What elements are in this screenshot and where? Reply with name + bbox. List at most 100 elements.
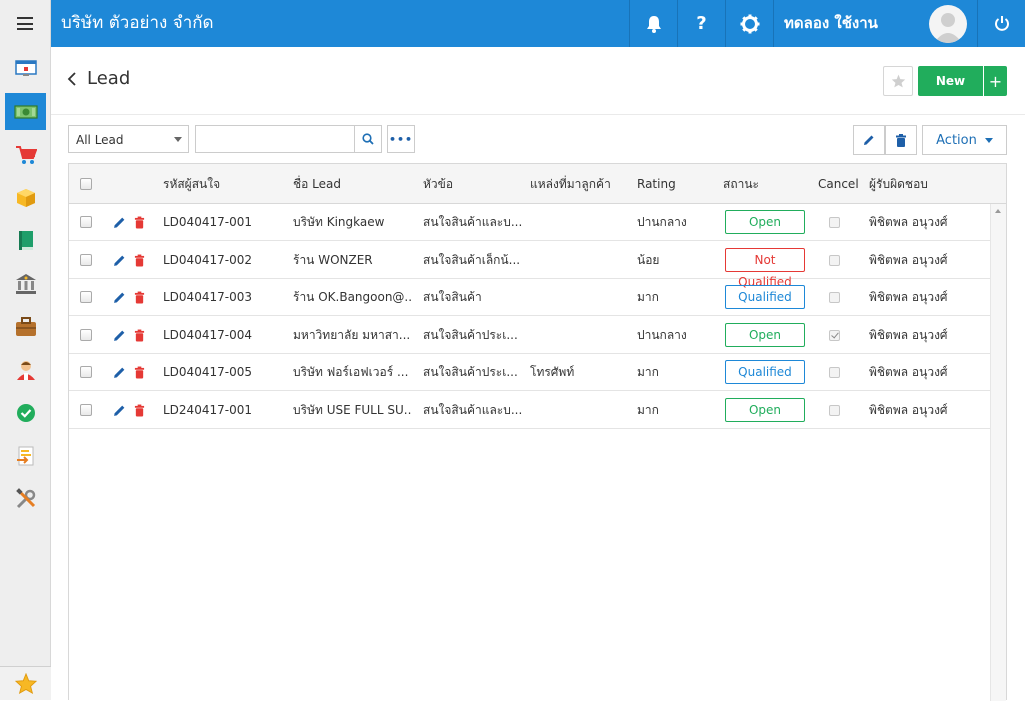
lead-code[interactable]: LD240417-001 [163, 392, 283, 429]
row-checkbox[interactable] [80, 216, 92, 228]
row-checkbox[interactable] [80, 403, 92, 416]
pencil-icon [114, 255, 125, 266]
action-dropdown[interactable]: Action [922, 125, 1007, 155]
delete-button[interactable] [885, 125, 917, 155]
scroll-up-icon[interactable] [995, 209, 1001, 213]
top-bar: บริษัท ตัวอย่าง จำกัด ? ทดลอง ใช้งาน [51, 0, 1025, 47]
tools-icon[interactable] [5, 480, 46, 517]
add-dropdown-button[interactable]: + [984, 66, 1007, 96]
row-checkbox[interactable] [80, 253, 92, 266]
menu-button[interactable] [0, 0, 50, 47]
edit-row-button[interactable] [113, 366, 126, 382]
delete-row-button[interactable] [134, 291, 145, 307]
dashboard-icon[interactable] [5, 49, 46, 86]
briefcase-icon[interactable] [5, 308, 46, 345]
lead-code[interactable]: LD040417-001 [163, 204, 283, 241]
header-owner[interactable]: ผู้รับผิดชอบ [869, 164, 928, 204]
check-circle-icon[interactable] [5, 394, 46, 431]
scrollbar[interactable] [990, 204, 1006, 701]
cart-icon[interactable] [5, 136, 46, 173]
edit-row-button[interactable] [113, 404, 126, 420]
bank-icon[interactable] [5, 265, 46, 302]
header-code[interactable]: รหัสผู้สนใจ [163, 164, 220, 204]
select-all-checkbox[interactable] [80, 178, 92, 190]
people-icon[interactable] [5, 351, 46, 388]
pencil-icon [864, 135, 874, 145]
lead-source: โทรศัพท์ [530, 365, 575, 379]
help-button[interactable]: ? [678, 0, 725, 47]
pencil-icon [114, 367, 125, 378]
filter-value: All Lead [76, 133, 124, 147]
header-rating[interactable]: Rating [637, 164, 676, 204]
lead-owner: พิชิตพล อนุวงศ์ [869, 365, 948, 379]
header-name[interactable]: ชื่อ Lead [293, 164, 341, 204]
logout-button[interactable] [978, 0, 1025, 47]
header-topic[interactable]: หัวข้อ [423, 164, 453, 204]
lead-code[interactable]: LD040417-002 [163, 242, 283, 279]
chevron-down-icon [984, 137, 993, 143]
row-checkbox[interactable] [80, 291, 92, 303]
search-icon [362, 133, 374, 145]
cancel-checkbox [829, 217, 840, 228]
new-button[interactable]: New [918, 66, 983, 96]
cancel-checkbox [829, 404, 840, 416]
user-name[interactable]: ทดลอง ใช้งาน [784, 0, 878, 47]
pencil-icon [114, 217, 125, 228]
table-row[interactable]: LD240417-001 บริษัท USE FULL SU... สนใจสิน… [69, 392, 990, 429]
action-label: Action [936, 132, 977, 148]
pencil-icon [114, 405, 125, 416]
lead-rating: น้อย [637, 252, 660, 267]
table-row[interactable]: LD040417-002 ร้าน WONZER สนใจสินค้าเล็กน้.… [69, 242, 990, 289]
lead-code[interactable]: LD040417-004 [163, 317, 283, 354]
page-title: Lead [87, 68, 131, 89]
lead-rating: ปานกลาง [637, 215, 687, 229]
settings-button[interactable] [726, 0, 773, 47]
lead-code[interactable]: LD040417-005 [163, 354, 283, 391]
delete-row-button[interactable] [134, 216, 145, 232]
lead-rating: มาก [637, 365, 659, 379]
edit-row-button[interactable] [113, 291, 126, 307]
edit-row-button[interactable] [113, 216, 126, 232]
delete-row-button[interactable] [134, 366, 145, 382]
status-badge: Open [725, 210, 805, 234]
edit-row-button[interactable] [113, 254, 126, 270]
search-button[interactable] [354, 125, 382, 153]
lead-code[interactable]: LD040417-003 [163, 279, 283, 316]
row-checkbox[interactable] [80, 328, 92, 341]
row-checkbox[interactable] [80, 366, 92, 378]
lead-topic: สนใจสินค้า [423, 290, 482, 304]
edit-row-button[interactable] [113, 329, 126, 345]
book-icon[interactable] [5, 222, 46, 259]
box-icon[interactable] [5, 179, 46, 216]
header-status[interactable]: สถานะ [723, 164, 759, 204]
lead-name: มหาวิทยาลัย มหาสา... [293, 327, 411, 342]
delete-row-button[interactable] [134, 254, 145, 270]
favorite-button[interactable] [883, 66, 913, 96]
search-input[interactable] [195, 125, 355, 153]
money-icon[interactable] [5, 93, 46, 130]
favorites-button[interactable] [0, 666, 51, 700]
lead-owner: พิชิตพล อนุวงศ์ [869, 252, 948, 267]
filter-select[interactable]: All Lead [68, 125, 189, 153]
trash-icon [134, 404, 145, 416]
cancel-checkbox [829, 292, 840, 303]
more-options-button[interactable]: ••• [387, 125, 415, 153]
avatar[interactable] [929, 5, 967, 43]
lead-name: บริษัท Kingkaew [293, 215, 385, 229]
trash-icon [134, 366, 145, 379]
transfer-icon[interactable] [5, 437, 46, 474]
header-cancel[interactable]: Cancel [818, 164, 859, 204]
pencil-icon [114, 292, 125, 303]
table-row[interactable]: LD040417-003 ร้าน OK.Bangoon@... สนใจสินค้… [69, 279, 990, 316]
table-row[interactable]: LD040417-001 บริษัท Kingkaew สนใจสินค้าและ… [69, 204, 990, 241]
table-row[interactable]: LD040417-005 บริษัท ฟอร์เอฟเวอร์ ... สนใจส… [69, 354, 990, 391]
header-source[interactable]: แหล่งที่มาลูกค้า [530, 164, 611, 204]
table-row[interactable]: LD040417-004 มหาวิทยาลัย มหาสา... สนใจสินค… [69, 317, 990, 354]
lead-rating: มาก [637, 290, 659, 304]
back-button[interactable] [67, 72, 77, 89]
edit-button[interactable] [853, 125, 885, 155]
delete-row-button[interactable] [134, 404, 145, 420]
notifications-button[interactable] [630, 0, 677, 47]
delete-row-button[interactable] [134, 329, 145, 345]
lead-topic: สนใจสินค้าและบ... [423, 402, 523, 417]
